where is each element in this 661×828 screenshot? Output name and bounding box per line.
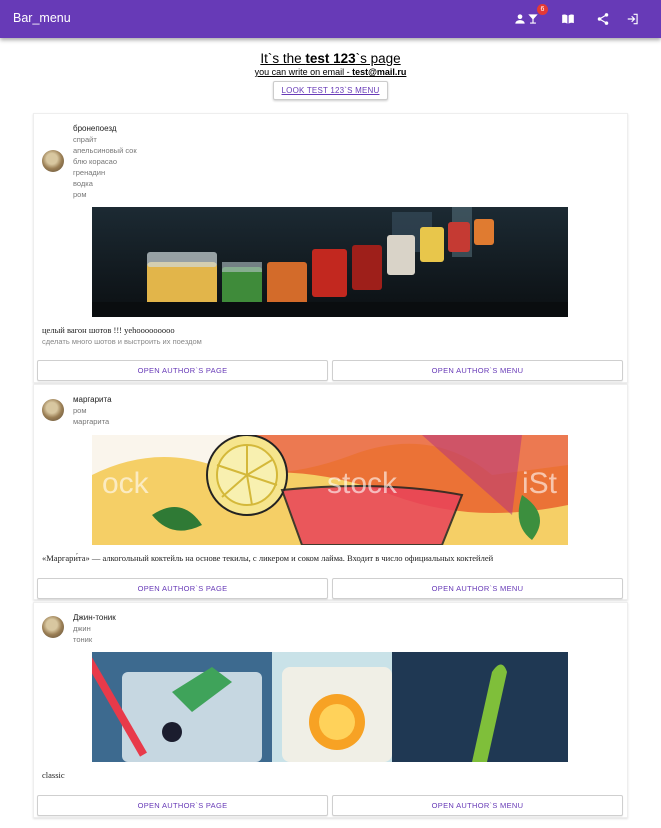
avatar <box>42 150 64 172</box>
open-author-menu-button[interactable]: OPEN AUTHOR`S MENU <box>332 360 623 381</box>
ingredient: водка <box>73 179 93 188</box>
open-author-page-button[interactable]: OPEN AUTHOR`S PAGE <box>37 578 328 599</box>
ingredient: ром <box>73 406 87 415</box>
ingredient-list: джин тоник <box>73 623 92 645</box>
ingredient-list: спрайт апельсиновый сок блю корасао грен… <box>73 134 137 200</box>
cocktail-description: целый вагон шотов !!! yehooooooooo <box>42 325 175 335</box>
page-title: It`s the test 123`s page <box>260 51 401 66</box>
app-title: Bar_menu <box>13 11 71 25</box>
login-icon[interactable] <box>622 8 644 30</box>
ingredient: маргарита <box>73 417 110 426</box>
cocktail-photo <box>92 652 568 762</box>
menu-book-icon[interactable] <box>557 8 579 30</box>
ingredient: тоник <box>73 635 93 644</box>
avatar <box>42 399 64 421</box>
author-header: It`s the test 123`s page you can write o… <box>0 51 661 100</box>
open-author-menu-button[interactable]: OPEN AUTHOR`S MENU <box>332 578 623 599</box>
ingredient-list: ром маргарита <box>73 405 109 427</box>
cocktail-name: бронепоезд <box>73 124 117 133</box>
cocktail-photo <box>92 207 568 317</box>
cocktail-description: «Маргари́та» — алкогольный коктейль на о… <box>42 553 494 563</box>
notification-badge: 6 <box>537 4 548 15</box>
svg-text:stock: stock <box>327 467 398 500</box>
ingredient: спрайт <box>73 135 97 144</box>
author-email[interactable]: you can write on email - test@mail.ru <box>0 67 661 77</box>
cocktail-photo: ock stock iSt <box>92 435 568 545</box>
look-menu-button[interactable]: LOOK TEST 123`S MENU <box>272 81 389 100</box>
cocktail-icon[interactable]: 6 <box>522 4 548 30</box>
open-author-page-button[interactable]: OPEN AUTHOR`S PAGE <box>37 795 328 816</box>
ingredient: апельсиновый сок <box>73 146 137 155</box>
cocktail-subtitle: сделать много шотов и выстроить их поезд… <box>42 337 202 346</box>
ingredient: ром <box>73 190 87 199</box>
app-bar: Bar_menu 6 <box>0 0 661 38</box>
cocktail-name: маргарита <box>73 395 112 404</box>
ingredient: блю корасао <box>73 157 118 166</box>
open-author-page-button[interactable]: OPEN AUTHOR`S PAGE <box>37 360 328 381</box>
ingredient: джин <box>73 624 91 633</box>
svg-text:ock: ock <box>102 467 150 500</box>
cocktail-card: бронепоезд спрайт апельсиновый сок блю к… <box>33 113 628 383</box>
ingredient: гренадин <box>73 168 106 177</box>
share-icon[interactable] <box>592 8 614 30</box>
cocktail-card: маргарита ром маргарита ock stock iSt «М… <box>33 384 628 600</box>
author-name: test 123 <box>305 51 356 66</box>
cocktail-card: Джин-тоник джин тоник classic OPEN AUTHO… <box>33 602 628 818</box>
svg-text:iSt: iSt <box>522 467 558 500</box>
cocktail-name: Джин-тоник <box>73 613 116 622</box>
cocktail-description: classic <box>42 770 65 780</box>
open-author-menu-button[interactable]: OPEN AUTHOR`S MENU <box>332 795 623 816</box>
avatar <box>42 616 64 638</box>
